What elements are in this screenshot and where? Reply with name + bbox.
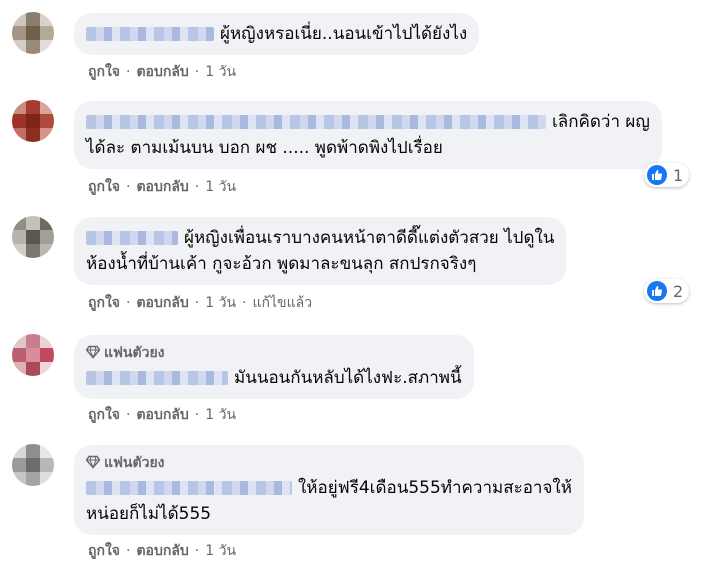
comment-text-line: มันนอนกันหลับได้ไงฟะ.สภาพนี้ [86,365,462,391]
comment-text-line: ผู้หญิงหรอเนี่ย..นอนเข้าไปได้ยังไง [86,21,467,47]
comment-bubble: ผู้หญิงเพื่อนเราบางคนหน้าตาดีดี๊แต่งตัวส… [74,217,567,285]
blurred-author-name[interactable] [86,115,546,129]
diamond-icon [86,455,100,469]
top-fan-badge: แฟนตัวยง [86,453,572,473]
thumbs-up-icon [647,165,667,185]
like-button[interactable]: ถูกใจ [88,407,120,423]
comment-bubble: แฟนตัวยง มันนอนกันหลับได้ไงฟะ.สภาพนี้ [74,335,474,399]
avatar[interactable] [12,216,54,258]
reply-button[interactable]: ตอบกลับ [136,407,188,423]
separator: · [194,295,200,311]
timestamp[interactable]: 1 วัน [205,295,236,311]
comment-bubble: แฟนตัวยง ให้อยู่ฟรี4เดือน555ทำความสะอาจใ… [74,445,584,535]
badge-label: แฟนตัวยง [104,455,165,471]
separator: · [126,295,131,311]
avatar[interactable] [12,444,54,486]
reply-button[interactable]: ตอบกลับ [136,64,188,80]
timestamp[interactable]: 1 วัน [205,407,236,423]
reaction-count: 1 [673,165,684,185]
comment-actions: ถูกใจ · ตอบกลับ · 1 วัน [88,405,236,425]
like-button[interactable]: ถูกใจ [88,179,120,195]
timestamp[interactable]: 1 วัน [205,179,236,195]
separator: · [194,64,200,80]
timestamp[interactable]: 1 วัน [205,543,236,559]
badge-label: แฟนตัวยง [104,345,165,361]
separator: · [126,543,131,559]
separator: · [194,179,200,195]
like-button[interactable]: ถูกใจ [88,64,120,80]
comment-actions: ถูกใจ · ตอบกลับ · 1 วัน [88,177,236,197]
separator: · [126,407,131,423]
comment-text-line: เลิกคิดว่า ผญ [86,109,650,135]
blurred-author-name[interactable] [86,231,178,245]
separator: · [242,295,247,311]
diamond-icon [86,345,100,359]
reaction-count-badge[interactable]: 2 [644,279,690,303]
reply-button[interactable]: ตอบกลับ [136,179,188,195]
comment-text-line: ให้อยู่ฟรี4เดือน555ทำความสะอาจให้ [86,475,572,501]
blurred-author-name[interactable] [86,27,214,41]
comment-text-line: ห้องน้ำที่บ้านเค้า กูจะอ้วก พูดมาละขนลุก… [86,254,477,274]
thumbs-up-icon [647,281,667,301]
timestamp[interactable]: 1 วัน [205,64,236,80]
top-fan-badge: แฟนตัวยง [86,343,462,363]
separator: · [126,64,131,80]
edited-label[interactable]: แก้ไขแล้ว [253,295,313,311]
comment-actions: ถูกใจ · ตอบกลับ · 1 วัน [88,62,236,82]
blurred-author-name[interactable] [86,371,228,385]
avatar[interactable] [12,334,54,376]
reply-button[interactable]: ตอบกลับ [136,295,188,311]
avatar[interactable] [12,100,54,142]
reaction-count: 2 [673,281,684,301]
comment-bubble: ผู้หญิงหรอเนี่ย..นอนเข้าไปได้ยังไง [74,13,480,55]
comment-actions: ถูกใจ · ตอบกลับ · 1 วัน · แก้ไขแล้ว [88,293,312,313]
blurred-author-name[interactable] [86,481,292,495]
comment-text-line: ผู้หญิงเพื่อนเราบางคนหน้าตาดีดี๊แต่งตัวส… [86,225,554,251]
avatar[interactable] [12,12,54,54]
separator: · [126,179,131,195]
like-button[interactable]: ถูกใจ [88,295,120,311]
comment-text-line: ได้ละ ตามเม้นบน บอก ผช ..... พูดพ้าดพิงไ… [86,138,443,158]
separator: · [194,543,200,559]
reply-button[interactable]: ตอบกลับ [136,543,188,559]
comment-text-line: หน่อยก็ไม่ได้555 [86,504,212,524]
separator: · [194,407,200,423]
like-button[interactable]: ถูกใจ [88,543,120,559]
comment-bubble: เลิกคิดว่า ผญ ได้ละ ตามเม้นบน บอก ผช ...… [74,101,662,169]
comment-actions: ถูกใจ · ตอบกลับ · 1 วัน [88,541,236,561]
reaction-count-badge[interactable]: 1 [644,163,690,187]
